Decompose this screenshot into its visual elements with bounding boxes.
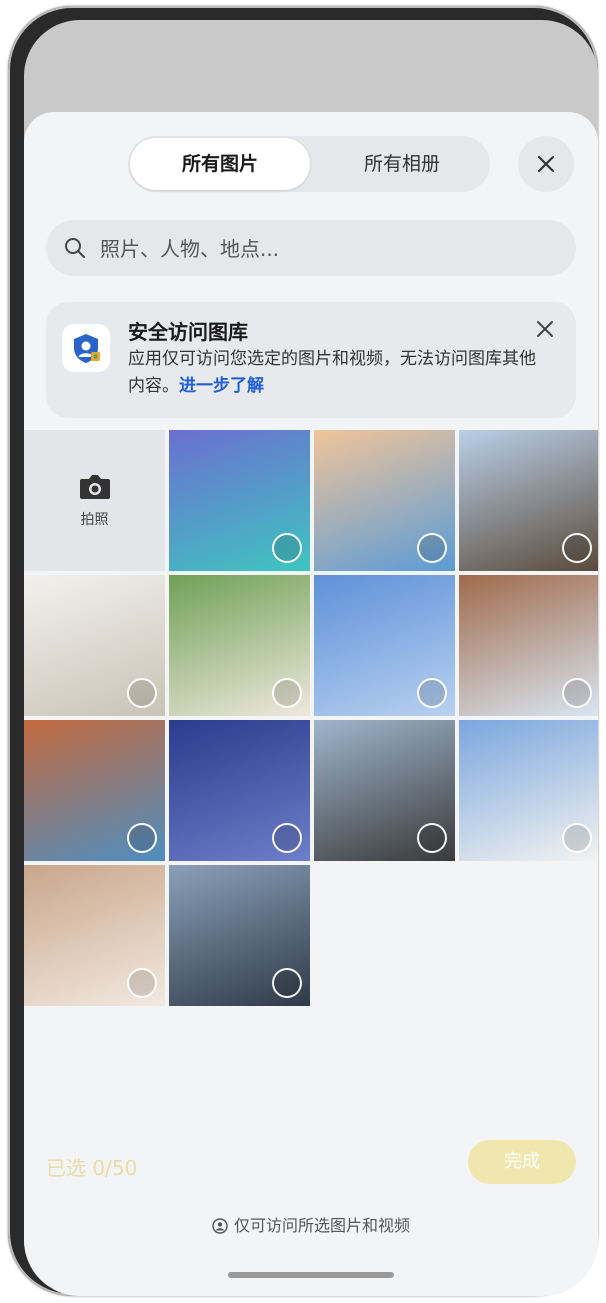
search-bar [46, 220, 576, 278]
tab-all-albums[interactable]: 所有相册 [312, 136, 492, 192]
close-button[interactable] [518, 136, 574, 192]
photo-tile[interactable] [314, 430, 455, 571]
photo-tile[interactable] [459, 430, 598, 571]
select-checkbox[interactable] [272, 678, 302, 708]
select-checkbox[interactable] [562, 533, 592, 563]
camera-tile[interactable]: 拍照 [24, 430, 165, 571]
tab-switcher: 所有图片 所有相册 [128, 136, 490, 192]
notice-body: 应用仅可访问您选定的图片和视频，无法访问图库其他内容。进一步了解 [128, 346, 552, 400]
screen: 所有图片 所有相册 照片、人物、地点... 安全访问图库 应用仅可访问您选定的图… [24, 20, 598, 1296]
close-icon [537, 321, 553, 337]
secure-gallery-icon [62, 324, 110, 372]
photo-tile[interactable] [169, 865, 310, 1006]
privacy-shield-icon [212, 1218, 228, 1238]
photo-tile[interactable] [24, 865, 165, 1006]
select-checkbox[interactable] [272, 968, 302, 998]
photo-tile[interactable] [459, 720, 598, 861]
photo-tile[interactable] [314, 575, 455, 716]
select-checkbox[interactable] [562, 823, 592, 853]
tab-all-photos[interactable]: 所有图片 [130, 138, 310, 190]
select-checkbox[interactable] [417, 533, 447, 563]
access-footnote: 仅可访问所选图片和视频 [24, 1212, 598, 1238]
selected-count: 已选 0/50 [46, 1156, 138, 1180]
notice-title: 安全访问图库 [128, 320, 248, 344]
photo-tile[interactable] [169, 720, 310, 861]
select-checkbox[interactable] [272, 823, 302, 853]
photo-tile[interactable] [169, 575, 310, 716]
photo-tile[interactable] [459, 575, 598, 716]
photo-tile[interactable] [169, 430, 310, 571]
camera-icon [79, 474, 110, 499]
done-button[interactable]: 完成 [468, 1140, 576, 1184]
search-input[interactable] [98, 220, 562, 278]
select-checkbox[interactable] [417, 678, 447, 708]
select-checkbox[interactable] [417, 823, 447, 853]
camera-label: 拍照 [80, 511, 109, 528]
footnote-text: 仅可访问所选图片和视频 [233, 1216, 410, 1235]
photo-tile[interactable] [314, 720, 455, 861]
select-checkbox[interactable] [562, 678, 592, 708]
search-icon [64, 237, 86, 259]
select-checkbox[interactable] [127, 968, 157, 998]
secure-access-notice: 安全访问图库 应用仅可访问您选定的图片和视频，无法访问图库其他内容。进一步了解 [46, 302, 576, 418]
phone-frame: 所有图片 所有相册 照片、人物、地点... 安全访问图库 应用仅可访问您选定的图… [8, 6, 598, 1296]
select-checkbox[interactable] [272, 533, 302, 563]
photo-picker-sheet: 所有图片 所有相册 照片、人物、地点... 安全访问图库 应用仅可访问您选定的图… [24, 112, 598, 1296]
photo-tile[interactable] [24, 720, 165, 861]
select-checkbox[interactable] [127, 678, 157, 708]
learn-more-link[interactable]: 进一步了解 [179, 376, 264, 396]
home-indicator[interactable] [228, 1272, 394, 1278]
select-checkbox[interactable] [127, 823, 157, 853]
close-icon [537, 155, 555, 173]
photo-tile[interactable] [24, 575, 165, 716]
notice-close-button[interactable] [532, 316, 558, 342]
